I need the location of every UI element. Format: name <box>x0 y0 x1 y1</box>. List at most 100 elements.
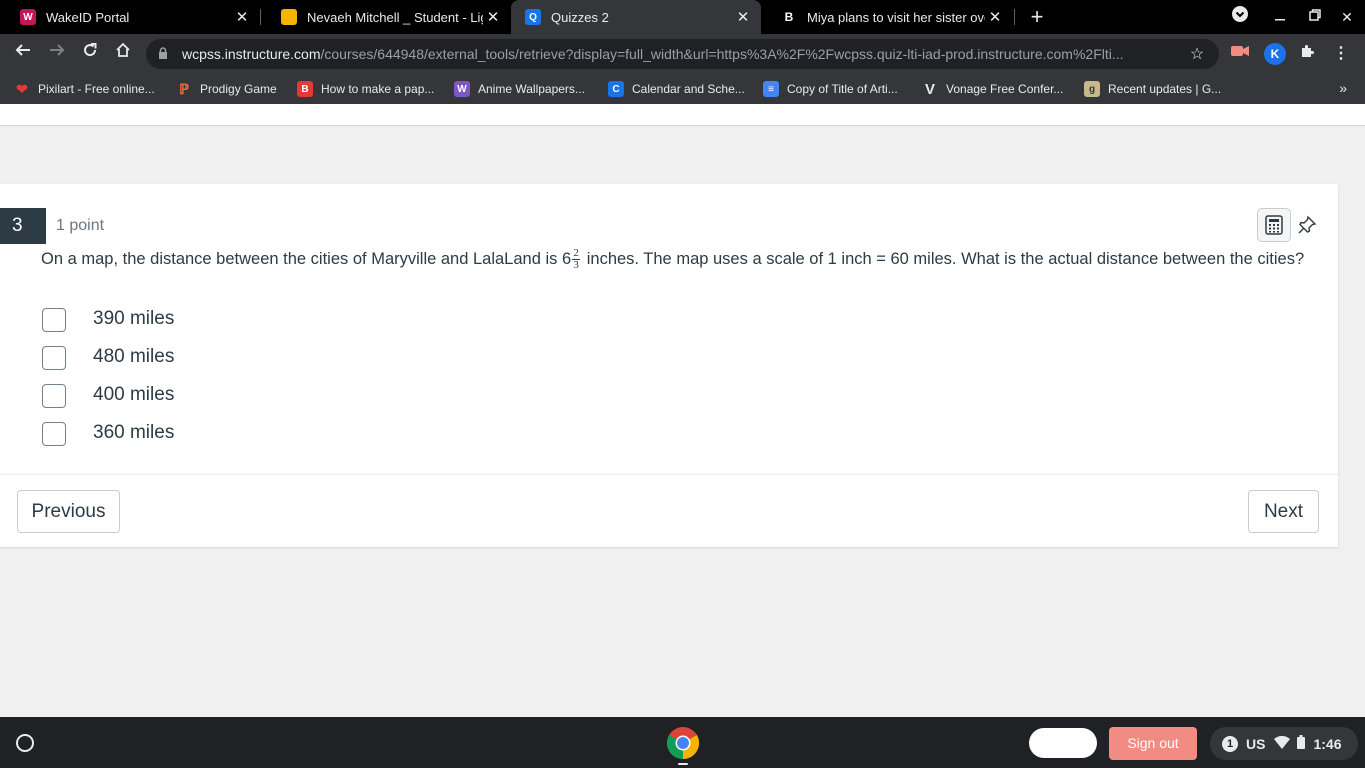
active-app-indicator <box>678 763 688 765</box>
close-tab-icon[interactable]: ✕ <box>733 8 753 26</box>
bookmarks-bar: ❤ Pixilart - Free online... ℙ Prodigy Ga… <box>0 74 1365 104</box>
bookmark-pixilart[interactable]: ❤ Pixilart - Free online... <box>14 80 155 98</box>
bookmark-recent-updates[interactable]: g Recent updates | G... <box>1084 80 1221 98</box>
address-bar[interactable]: wcpss.instructure.com/courses/644948/ext… <box>146 39 1219 69</box>
bookmark-label: Recent updates | G... <box>1108 82 1222 96</box>
url-host: wcpss.instructure.com <box>182 46 321 62</box>
answer-choice[interactable]: 400 miles <box>42 383 174 409</box>
answer-checkbox[interactable] <box>42 308 66 332</box>
tab-divider <box>1014 9 1015 25</box>
quizzes-icon: Q <box>525 9 541 25</box>
answer-checkbox[interactable] <box>42 346 66 370</box>
bookmark-label: Pixilart - Free online... <box>38 82 155 96</box>
question-card: 3 1 point On a map, the distance between… <box>0 184 1338 547</box>
answer-checkbox[interactable] <box>42 422 66 446</box>
restore-icon[interactable] <box>1303 5 1327 29</box>
back-icon[interactable] <box>11 42 35 66</box>
url-path: /courses/644948/external_tools/retrieve?… <box>320 46 1124 62</box>
wifi-icon <box>1274 735 1291 752</box>
bookmark-label: How to make a pap... <box>321 82 435 96</box>
notification-count: 1 <box>1222 735 1238 752</box>
bookmark-label: Prodigy Game <box>200 82 277 96</box>
previous-button[interactable]: Previous <box>17 490 120 533</box>
extensions-puzzle-icon[interactable] <box>1296 43 1318 65</box>
tab-wakeid-portal[interactable]: W WakeID Portal ✕ <box>0 0 260 34</box>
bookmark-label: Anime Wallpapers... <box>478 82 585 96</box>
clock-time: 1:46 <box>1313 735 1342 752</box>
phone-hub-icon[interactable] <box>1029 728 1097 758</box>
prodigy-icon: ℙ <box>179 80 189 97</box>
tab-title: WakeID Portal <box>46 9 130 25</box>
bookmark-copy-of-title[interactable]: ≡ Copy of Title of Arti... <box>763 80 898 98</box>
launcher-icon[interactable] <box>16 734 34 752</box>
minimize-icon[interactable] <box>1268 5 1292 29</box>
slides-icon <box>281 9 297 25</box>
question-navigation: Previous Next <box>0 474 1338 547</box>
bookmark-vonage[interactable]: V Vonage Free Confer... <box>922 80 1063 98</box>
prompt-text-end: inches. The map uses a scale of 1 inch =… <box>582 250 1305 268</box>
question-number: 3 <box>0 208 46 244</box>
wakeid-icon: W <box>20 9 36 25</box>
answer-choice[interactable]: 360 miles <box>42 421 174 447</box>
tab-strip: W WakeID Portal ✕ Nevaeh Mitchell _ Stud… <box>0 0 1365 34</box>
fraction-denominator: 3 <box>573 259 579 272</box>
bookmark-label: Calendar and Sche... <box>632 82 745 96</box>
bookmark-label: Copy of Title of Arti... <box>787 82 898 96</box>
answer-choice[interactable]: 390 miles <box>42 307 174 333</box>
extension-k-icon[interactable]: K <box>1264 43 1286 65</box>
new-tab-icon[interactable]: + <box>1026 4 1048 30</box>
tab-nevaeh-mitchell[interactable]: Nevaeh Mitchell _ Student - Ligon ✕ <box>261 0 511 34</box>
answer-label[interactable]: 400 miles <box>93 384 174 406</box>
tab-quizzes-2[interactable]: Q Quizzes 2 ✕ <box>511 0 761 34</box>
keyboard-layout: US <box>1246 735 1266 752</box>
tab-miya-plans[interactable]: B Miya plans to visit her sister over ✕ <box>761 0 1013 34</box>
quiz-header-strip <box>0 104 1365 126</box>
tab-title: Miya plans to visit her sister over <box>807 9 985 25</box>
bookmark-star-icon[interactable]: ☆ <box>1187 44 1207 64</box>
g-icon: g <box>1084 81 1100 97</box>
battery-icon <box>1297 735 1306 752</box>
prompt-text-start: On a map, the distance between the citie… <box>41 250 572 268</box>
mixed-number-fraction: 23 <box>572 247 581 272</box>
close-tab-icon[interactable]: ✕ <box>483 8 503 26</box>
home-icon[interactable] <box>111 42 135 66</box>
forward-icon[interactable] <box>45 42 69 66</box>
sign-out-button[interactable]: Sign out <box>1109 727 1197 760</box>
close-window-icon[interactable]: ✕ <box>1335 5 1359 29</box>
answer-label[interactable]: 390 miles <box>93 308 174 330</box>
close-tab-icon[interactable]: ✕ <box>232 8 252 26</box>
bookmark-prodigy[interactable]: ℙ Prodigy Game <box>176 80 277 98</box>
chrome-icon[interactable] <box>666 726 700 760</box>
bookmark-anime-wallpapers[interactable]: W Anime Wallpapers... <box>454 80 585 98</box>
b-icon: B <box>297 81 313 97</box>
next-button[interactable]: Next <box>1248 490 1319 533</box>
browser-toolbar: wcpss.instructure.com/courses/644948/ext… <box>0 34 1365 74</box>
url-text: wcpss.instructure.com/courses/644948/ext… <box>182 46 1187 62</box>
question-points: 1 point <box>56 217 105 234</box>
tab-search-icon[interactable] <box>1228 5 1252 29</box>
bookmark-how-to-make[interactable]: B How to make a pap... <box>297 80 434 98</box>
lock-icon[interactable] <box>158 46 172 62</box>
screencastify-icon[interactable] <box>1229 43 1251 65</box>
fraction-numerator: 2 <box>573 247 579 260</box>
answer-choice[interactable]: 480 miles <box>42 345 174 371</box>
answer-checkbox[interactable] <box>42 384 66 408</box>
vonage-icon: V <box>924 80 935 98</box>
calendar-icon: C <box>608 81 624 97</box>
status-tray[interactable]: 1 US 1:46 <box>1210 727 1358 760</box>
bookmark-calendar[interactable]: C Calendar and Sche... <box>608 80 745 98</box>
heart-icon: ❤ <box>16 80 28 97</box>
docs-icon: ≡ <box>763 81 779 97</box>
tab-title: Quizzes 2 <box>551 9 609 25</box>
question-prompt: On a map, the distance between the citie… <box>41 246 1326 273</box>
page-content: 3 1 point On a map, the distance between… <box>0 104 1365 717</box>
pin-icon[interactable] <box>1290 208 1324 242</box>
answer-label[interactable]: 360 miles <box>93 422 174 444</box>
menu-kebab-icon[interactable]: ⋮ <box>1330 43 1352 65</box>
close-tab-icon[interactable]: ✕ <box>985 8 1005 26</box>
more-bookmarks-icon[interactable]: » <box>1339 80 1347 96</box>
calculator-icon[interactable] <box>1257 208 1291 242</box>
tab-title: Nevaeh Mitchell _ Student - Ligon <box>307 9 483 25</box>
reload-icon[interactable] <box>78 42 102 66</box>
answer-label[interactable]: 480 miles <box>93 346 174 368</box>
